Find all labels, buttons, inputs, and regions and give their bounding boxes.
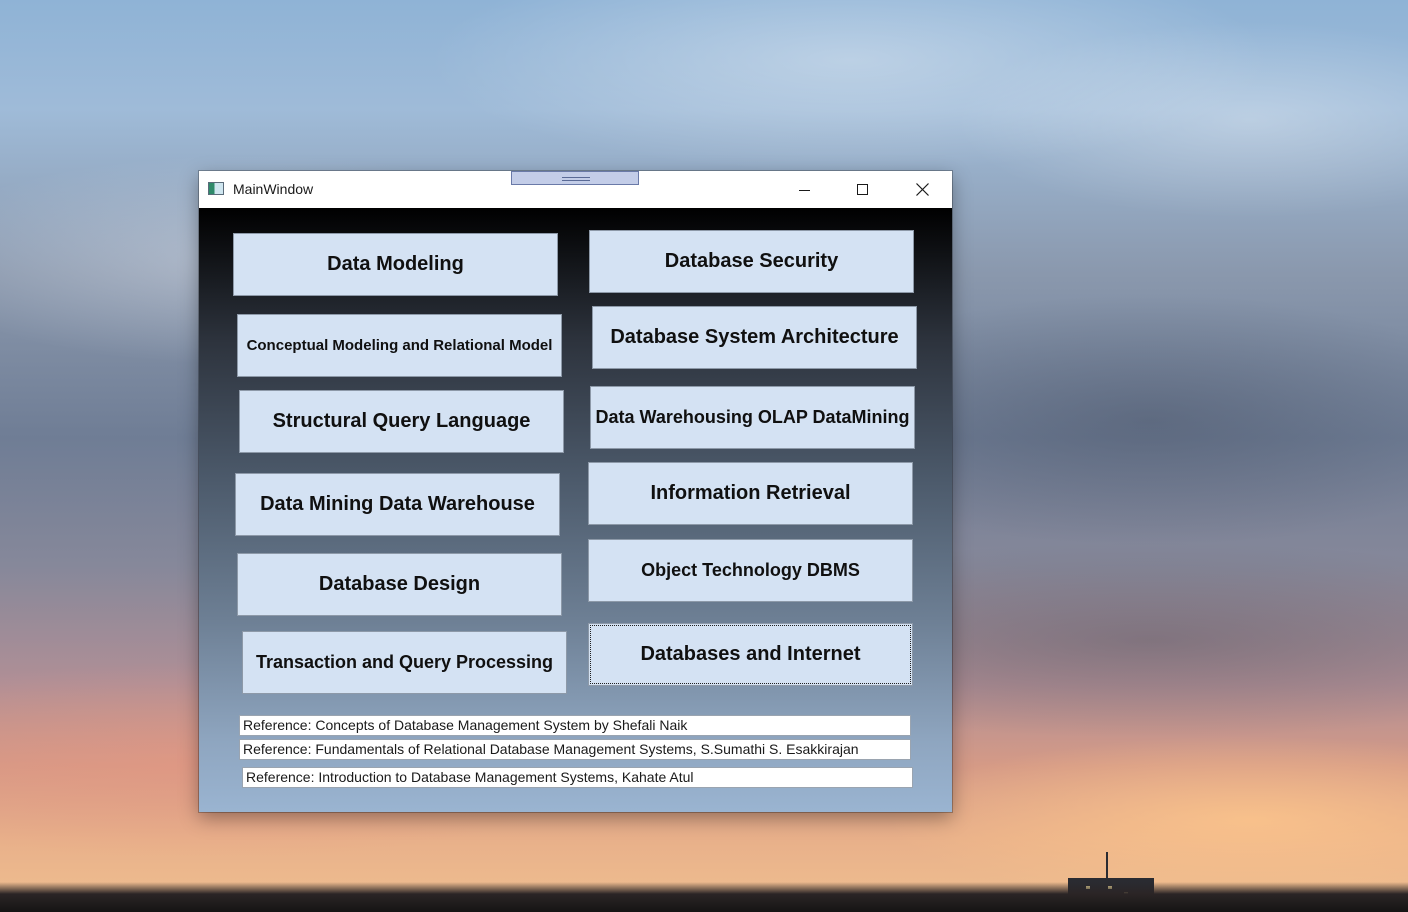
- grip-line: [562, 180, 590, 181]
- conceptual-modeling-button[interactable]: Conceptual Modeling and Relational Model: [237, 314, 562, 377]
- minimize-icon: [799, 189, 810, 191]
- database-design-button[interactable]: Database Design: [237, 553, 562, 616]
- close-icon: [915, 183, 929, 196]
- transaction-query-processing-button[interactable]: Transaction and Query Processing: [242, 631, 567, 694]
- close-button[interactable]: [893, 171, 951, 208]
- reference-text-box[interactable]: Reference: Introduction to Database Mana…: [242, 767, 913, 788]
- databases-and-internet-button[interactable]: Databases and Internet: [588, 623, 913, 686]
- title-bar[interactable]: MainWindow: [199, 171, 952, 208]
- database-system-architecture-button[interactable]: Database System Architecture: [592, 306, 917, 369]
- reference-text-box[interactable]: Reference: Fundamentals of Relational Da…: [239, 739, 911, 760]
- maximize-icon: [857, 183, 868, 195]
- data-warehousing-olap-button[interactable]: Data Warehousing OLAP DataMining: [590, 386, 915, 449]
- object-technology-dbms-button[interactable]: Object Technology DBMS: [588, 539, 913, 602]
- structural-query-language-button[interactable]: Structural Query Language: [239, 390, 564, 453]
- data-modeling-button[interactable]: Data Modeling: [233, 233, 558, 296]
- minimize-button[interactable]: [776, 171, 834, 208]
- information-retrieval-button[interactable]: Information Retrieval: [588, 462, 913, 525]
- database-security-button[interactable]: Database Security: [589, 230, 914, 293]
- client-area: Data Modeling Conceptual Modeling and Re…: [199, 208, 952, 812]
- building-mast: [1106, 852, 1108, 880]
- main-window: MainWindow Data Modeling Conceptual Mode…: [199, 171, 952, 812]
- window-title: MainWindow: [233, 181, 314, 197]
- maximize-button[interactable]: [834, 171, 892, 208]
- reference-text-box[interactable]: Reference: Concepts of Database Manageme…: [239, 715, 911, 736]
- grip-line: [562, 177, 590, 178]
- data-mining-data-warehouse-button[interactable]: Data Mining Data Warehouse: [235, 473, 560, 536]
- drag-handle[interactable]: [511, 171, 639, 185]
- horizon-ground: [0, 882, 1408, 912]
- window-app-icon: [208, 182, 224, 195]
